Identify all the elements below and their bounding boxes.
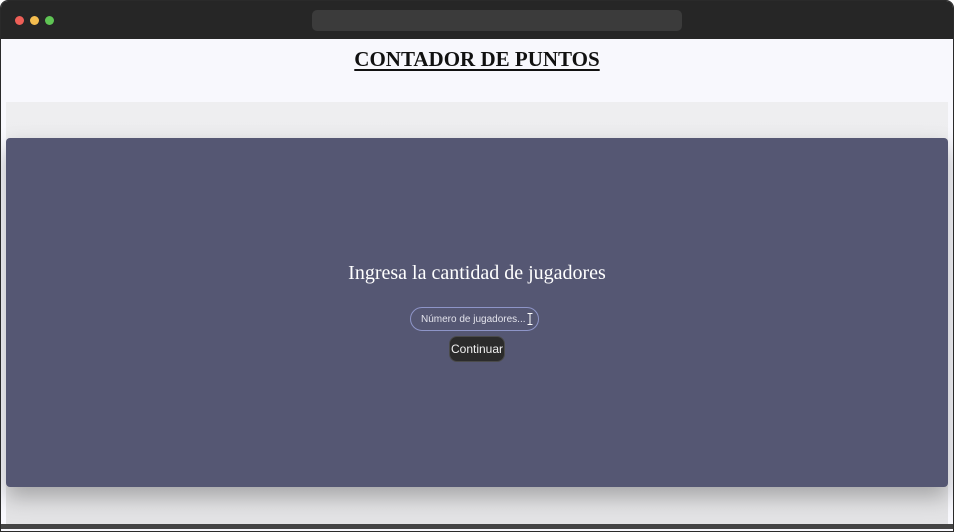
page-content: CONTADOR DE PUNTOS Ingresa la cantidad d… bbox=[1, 39, 953, 531]
page-title: CONTADOR DE PUNTOS bbox=[354, 47, 600, 71]
browser-window: CONTADOR DE PUNTOS Ingresa la cantidad d… bbox=[0, 0, 954, 532]
players-prompt: Ingresa la cantidad de jugadores bbox=[348, 262, 606, 284]
browser-titlebar bbox=[1, 1, 953, 39]
continue-button[interactable]: Continuar bbox=[449, 336, 505, 362]
text-cursor-icon bbox=[527, 313, 533, 325]
players-count-input[interactable] bbox=[410, 307, 539, 331]
players-setup-card: Ingresa la cantidad de jugadores Continu… bbox=[6, 138, 948, 487]
address-bar[interactable] bbox=[312, 10, 682, 31]
bottom-bar bbox=[1, 524, 953, 529]
maximize-window-icon[interactable] bbox=[45, 16, 54, 25]
close-window-icon[interactable] bbox=[15, 16, 24, 25]
minimize-window-icon[interactable] bbox=[30, 16, 39, 25]
